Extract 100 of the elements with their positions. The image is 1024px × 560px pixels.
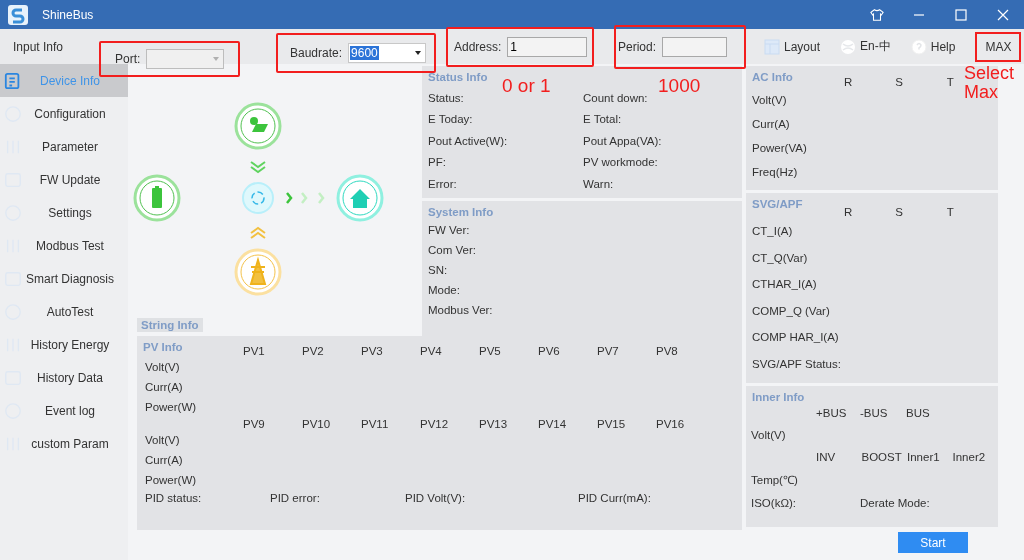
column-header: T — [946, 76, 955, 88]
column-header: S — [895, 76, 904, 88]
sidebar-item[interactable]: Configuration — [0, 97, 128, 130]
column-header: BOOST — [861, 451, 903, 463]
field-label: PF: — [428, 156, 447, 169]
input-info-label: Input Info — [13, 39, 65, 54]
sidebar-item[interactable]: Settings — [0, 196, 128, 229]
column-header: R — [844, 206, 854, 218]
column-header: Inner2 — [952, 451, 987, 463]
sidebar-item[interactable]: Modbus Test — [0, 229, 128, 262]
caret-icon — [213, 56, 220, 61]
field-label: PID Curr(mA): — [578, 492, 651, 504]
power-tower-icon — [234, 248, 282, 296]
field-label: PID Volt(V): — [405, 492, 467, 504]
column-header: +BUS — [816, 407, 848, 419]
layout-button[interactable]: Layout — [756, 31, 829, 62]
input-field[interactable]: 1 — [507, 36, 588, 57]
sidebar-item[interactable]: Event log — [0, 394, 128, 427]
field-label: Count down: — [583, 91, 649, 104]
row-label: Power(W) — [144, 400, 197, 415]
row-label: Power(VA) — [751, 141, 807, 156]
caret-icon — [415, 50, 422, 55]
sidebar-item[interactable]: FW Update — [0, 163, 128, 196]
sidebar-item[interactable]: Parameter — [0, 130, 128, 163]
column-header: PV1 — [243, 345, 266, 357]
language-button[interactable]: En-中 — [832, 31, 899, 62]
row-label: Curr(A) — [144, 453, 183, 468]
maximize-icon[interactable] — [954, 7, 968, 22]
column-header: PV4 — [420, 345, 443, 357]
chevron-down-icon — [250, 161, 266, 174]
field-label: PID status: — [145, 492, 203, 504]
shirt-icon[interactable] — [870, 7, 884, 22]
row-label: CTHAR_I(A) — [751, 277, 817, 293]
row-label: Power(W) — [144, 473, 197, 488]
column-header: PV15 — [597, 418, 627, 430]
column-header: PV11 — [361, 418, 390, 430]
dropdown[interactable]: 9600 — [348, 42, 427, 63]
field-label: Com Ver: — [428, 244, 477, 256]
column-header: R — [844, 76, 854, 88]
field-label: Warn: — [583, 177, 615, 190]
layout-icon — [764, 38, 780, 55]
row-label: Curr(A) — [144, 380, 183, 395]
field-label: Address: — [454, 39, 502, 54]
row-label: Volt(V) — [144, 360, 180, 375]
sidebar-item[interactable]: AutoTest — [0, 295, 128, 328]
section-title: SVG/APF — [751, 197, 804, 210]
column-header: S — [895, 206, 904, 218]
column-header: Inner1 — [907, 451, 941, 463]
column-header: PV7 — [597, 345, 620, 357]
column-header: INV — [816, 451, 837, 463]
sidebar-item[interactable]: custom Param — [0, 427, 128, 460]
column-header: PV13 — [479, 418, 509, 430]
row-label: Curr(A) — [751, 117, 790, 132]
sidebar-item[interactable]: History Energy — [0, 328, 128, 361]
field-label: FW Ver: — [428, 224, 471, 236]
field-label: Port: — [115, 51, 141, 66]
section-title: Status Info — [427, 70, 489, 83]
help-button[interactable]: Help — [902, 31, 964, 62]
column-header: PV3 — [361, 345, 384, 357]
close-icon[interactable] — [996, 7, 1010, 22]
column-header: PV8 — [656, 345, 679, 357]
help-icon — [910, 38, 927, 55]
column-header: PV2 — [302, 345, 325, 357]
field-label: Modbus Ver: — [428, 304, 494, 316]
field-label: PID error: — [270, 492, 321, 504]
field-label: Period: — [618, 39, 657, 54]
field-label: E Today: — [428, 113, 474, 126]
row-label: SVG/APF Status: — [751, 356, 841, 372]
row-label: COMP_Q (Var) — [751, 303, 830, 319]
row-label: Volt(V) — [751, 93, 787, 108]
section-title: String Info — [137, 318, 203, 332]
document-icon — [4, 71, 22, 90]
column-header: BUS — [906, 407, 931, 419]
field-label: Mode: — [428, 284, 461, 296]
section-title: AC Info — [751, 70, 794, 83]
house-icon — [336, 174, 384, 222]
field-label: Pout Active(W): — [428, 134, 509, 147]
row-label: COMP HAR_I(A) — [751, 330, 839, 346]
section-title: Inner Info — [751, 390, 806, 403]
column-header: -BUS — [860, 407, 889, 419]
row-label: Freq(Hz) — [751, 165, 798, 180]
window-title: ShineBus — [42, 7, 94, 22]
max-button[interactable]: MAX — [975, 31, 1022, 62]
sidebar-item[interactable]: History Data — [0, 361, 128, 394]
field-label: SN: — [428, 264, 449, 276]
globe-icon — [840, 38, 857, 55]
row-label: Volt(V) — [750, 428, 786, 443]
column-header: PV5 — [479, 345, 502, 357]
row-label: Temp(℃) — [750, 472, 798, 488]
section-title: System Info — [427, 205, 495, 218]
sidebar-item[interactable]: Smart Diagnosis — [0, 262, 128, 295]
field-label: Baudrate: — [290, 45, 343, 60]
input-field[interactable] — [662, 36, 728, 57]
field-label: Error: — [428, 177, 458, 190]
row-label: CT_I(A) — [751, 224, 793, 240]
chevron-up-icon — [250, 226, 266, 239]
section-title: PV Info — [142, 340, 184, 353]
field-label: Status: — [428, 91, 465, 104]
column-header: T — [946, 206, 955, 218]
column-header: PV9 — [243, 418, 266, 430]
